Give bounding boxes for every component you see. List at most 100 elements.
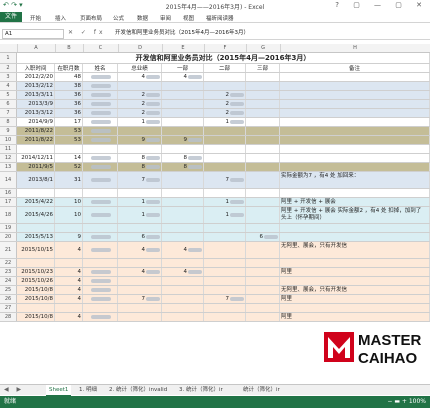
cell-f[interactable]: 2 [204, 100, 246, 108]
cell-d[interactable]: 2 [118, 109, 162, 117]
cell-a[interactable]: 2011/8/22 [17, 127, 55, 135]
cell-c[interactable] [83, 163, 118, 171]
cell-h[interactable] [280, 109, 430, 117]
cell-d[interactable] [118, 145, 162, 153]
cell-d[interactable]: 4 [118, 242, 162, 258]
row-header[interactable]: 4 [0, 82, 17, 90]
row-header[interactable]: 19 [0, 224, 17, 232]
cell-a[interactable]: 2013/8/1 [17, 172, 55, 188]
cell-d[interactable] [118, 286, 162, 294]
cell-f[interactable] [204, 127, 246, 135]
header-name[interactable]: 姓名 [83, 64, 118, 72]
cell-f[interactable] [204, 242, 246, 258]
cell-f[interactable]: 1 [204, 207, 246, 223]
sheet-tab-4[interactable]: 3. 统计（筛化）ir [176, 385, 226, 395]
row-header[interactable]: 23 [0, 268, 17, 276]
cell-c[interactable] [83, 233, 118, 241]
cell-c[interactable] [83, 313, 118, 321]
cell-f[interactable] [204, 259, 246, 267]
cell-f[interactable] [204, 136, 246, 144]
cell-e[interactable]: 9 [162, 136, 204, 144]
row-header[interactable]: 14 [0, 172, 17, 188]
cell-e[interactable]: 4 [162, 268, 204, 276]
cell-b[interactable]: 14 [55, 154, 83, 162]
row-header[interactable]: 20 [0, 233, 17, 241]
cell-e[interactable] [162, 295, 204, 303]
cell-a[interactable] [17, 224, 55, 232]
cell-f[interactable]: 1 [204, 118, 246, 126]
cell-g[interactable] [246, 145, 280, 153]
cell-d[interactable]: 4 [118, 268, 162, 276]
cell-a[interactable]: 2011/8/22 [17, 136, 55, 144]
row-header[interactable]: 3 [0, 73, 17, 81]
cell-c[interactable] [83, 73, 118, 81]
row-header[interactable]: 13 [0, 163, 17, 171]
cell-f[interactable]: 2 [204, 109, 246, 117]
cell-d[interactable] [118, 313, 162, 321]
row-header[interactable]: 5 [0, 91, 17, 99]
cell-b[interactable]: 10 [55, 207, 83, 223]
cell-b[interactable]: 38 [55, 82, 83, 90]
cell-h[interactable] [280, 145, 430, 153]
cell-b[interactable]: 4 [55, 295, 83, 303]
cell-h[interactable] [280, 224, 430, 232]
row-header[interactable]: 6 [0, 100, 17, 108]
row-header[interactable]: 25 [0, 286, 17, 294]
cell-c[interactable] [83, 127, 118, 135]
cell-c[interactable] [83, 172, 118, 188]
cell-g[interactable] [246, 163, 280, 171]
cell-d[interactable] [118, 189, 162, 197]
cell-c[interactable] [83, 304, 118, 312]
cell-b[interactable]: 53 [55, 136, 83, 144]
row-header[interactable]: 28 [0, 313, 17, 321]
spreadsheet-grid[interactable]: A B C D E F G H 1 开发信和阿里业务员对比（2015年4月—20… [0, 44, 430, 376]
cell-h[interactable]: 阿里 [280, 295, 430, 303]
cell-g[interactable]: 6 [246, 233, 280, 241]
cell-a[interactable] [17, 189, 55, 197]
row-header[interactable]: 26 [0, 295, 17, 303]
col-header-c[interactable]: C [83, 44, 119, 52]
cell-f[interactable] [204, 277, 246, 285]
cell-h[interactable]: 阿里 [280, 268, 430, 276]
cell-a[interactable]: 2014/9/9 [17, 118, 55, 126]
cell-b[interactable]: 4 [55, 277, 83, 285]
sheet-nav-arrows[interactable]: ◀ ▶ [4, 386, 24, 393]
col-header-b[interactable]: B [55, 44, 84, 52]
cell-g[interactable] [246, 198, 280, 206]
cell-g[interactable] [246, 313, 280, 321]
cell-f[interactable] [204, 73, 246, 81]
tab-home[interactable]: 开始 [30, 14, 41, 22]
cell-d[interactable]: 8 [118, 163, 162, 171]
sheet-tab-2[interactable]: 1. 明细 [76, 385, 100, 395]
cell-g[interactable] [246, 100, 280, 108]
cell-f[interactable]: 7 [204, 172, 246, 188]
cell-c[interactable] [83, 259, 118, 267]
cell-e[interactable] [162, 145, 204, 153]
cell-a[interactable]: 2015/10/8 [17, 313, 55, 321]
cell-g[interactable] [246, 127, 280, 135]
cell-e[interactable]: 8 [162, 154, 204, 162]
cell-b[interactable]: 17 [55, 118, 83, 126]
cell-b[interactable] [55, 304, 83, 312]
cell-a[interactable]: 2011/9/5 [17, 163, 55, 171]
cell-e[interactable] [162, 100, 204, 108]
cell-b[interactable]: 10 [55, 198, 83, 206]
cell-c[interactable] [83, 136, 118, 144]
tab-foxit[interactable]: 福昕阅读器 [206, 14, 234, 22]
header-dept3[interactable]: 三部 [246, 64, 280, 72]
cell-b[interactable]: 36 [55, 91, 83, 99]
cell-f[interactable] [204, 286, 246, 294]
cell-d[interactable]: 1 [118, 198, 162, 206]
cell-g[interactable] [246, 189, 280, 197]
cell-h[interactable] [280, 136, 430, 144]
cell-b[interactable]: 4 [55, 242, 83, 258]
cell-e[interactable] [162, 277, 204, 285]
cell-e[interactable] [162, 127, 204, 135]
cell-c[interactable] [83, 224, 118, 232]
cell-g[interactable] [246, 172, 280, 188]
window-controls[interactable]: ? ▢ — ▢ ✕ [335, 1, 428, 9]
cell-c[interactable] [83, 109, 118, 117]
cell-e[interactable] [162, 304, 204, 312]
cell-d[interactable]: 7 [118, 172, 162, 188]
cell-f[interactable] [204, 224, 246, 232]
